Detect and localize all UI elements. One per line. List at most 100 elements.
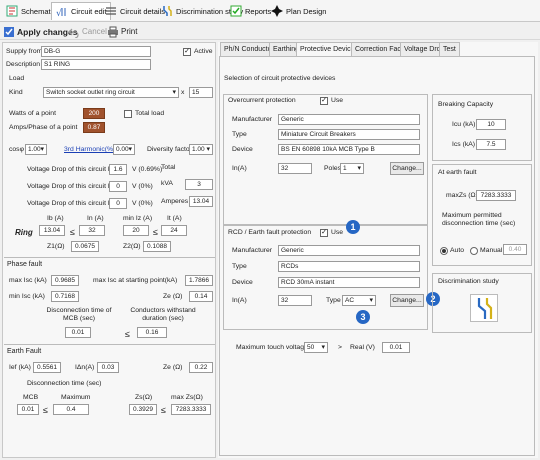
rcd-device-field[interactable]: RCD 30mA instant [278, 277, 420, 288]
le-symbol: ≤ [153, 227, 158, 237]
schematic-icon [6, 5, 18, 17]
cosphi-field[interactable]: 1.00 [25, 144, 47, 155]
apply-icon [4, 26, 14, 37]
icu-label: Icu (kA) [452, 121, 476, 128]
vd-l3-label: Voltage Drop of this circuit L3 [27, 200, 116, 207]
max-isc-start-label: max Isc at starting point(kA) [93, 277, 178, 284]
description-field[interactable]: S1 RING [41, 59, 151, 70]
rcd-in-field[interactable]: 32 [278, 295, 312, 306]
load-header: Load [9, 75, 25, 82]
vd-l1-label: Voltage Drop of this circuit L1 [27, 166, 116, 173]
vd-l2-label: Voltage Drop of this circuit L2 [27, 183, 116, 190]
print-label: Print [121, 27, 138, 36]
section-divider [4, 257, 215, 258]
icu-field: 10 [476, 119, 506, 130]
multiplier-label: x [181, 89, 185, 96]
rcd-type-label: Type [232, 263, 247, 270]
total-load-checkbox[interactable] [124, 110, 132, 118]
total-load-label: Total load [135, 110, 165, 117]
manual-label: Manual [480, 247, 503, 254]
section-divider [4, 344, 215, 345]
overcurrent-use-checkbox[interactable]: ✓ [320, 97, 328, 105]
poles-dropdown[interactable]: 1 [340, 163, 364, 174]
watts-field[interactable]: 200 [83, 108, 105, 119]
breaking-title: Breaking Capacity [438, 101, 494, 108]
callout-badge-3: 3 [356, 310, 370, 324]
discrimination-study-button[interactable] [470, 294, 498, 322]
max-isc-field: 0.9685 [51, 275, 79, 286]
cancel-label: Cancel [82, 27, 107, 36]
kind-label: Kind [9, 89, 23, 96]
maxzs-field: 7283.3333 [171, 404, 211, 415]
it-label: It (A) [167, 215, 182, 222]
mcb-label: MCB [23, 394, 39, 401]
amperes-field: 13.04 [189, 196, 213, 207]
quantity-stepper[interactable]: 15 [189, 87, 213, 98]
in-label: In(A) [232, 165, 247, 172]
rcd-change-button[interactable]: Change... [390, 294, 424, 307]
type-field[interactable]: Miniature Circuit Breakers [278, 129, 420, 140]
disc-study-title: Discrimination study [438, 278, 499, 285]
change-device-button[interactable]: Change... [390, 162, 424, 175]
rcd-manufacturer-label: Manufacturer [232, 247, 273, 254]
poles-label: Poles [324, 165, 342, 172]
mcb-field: 0.01 [17, 404, 39, 415]
maxzs-label: max Zs(Ω) [171, 394, 203, 401]
z1-field: 0.0675 [71, 241, 99, 252]
le-symbol: ≤ [161, 405, 166, 415]
disc-time-label: Disconnection time (sec) [27, 380, 102, 387]
phase-fault-header: Phase fault [7, 261, 43, 268]
cancel-button[interactable]: Cancel [68, 25, 107, 38]
amps-field[interactable]: 0.87 [83, 122, 105, 133]
at-earth-title: At earth fault [438, 169, 477, 176]
ib-field: 13.04 [39, 225, 65, 236]
rcd-use-checkbox[interactable]: ✓ [320, 229, 328, 237]
supply-from-field[interactable]: DB-G [41, 46, 151, 57]
supply-from-label: Supply from [6, 48, 43, 55]
amperes-label: Amperes [161, 198, 189, 205]
disc-mcb-label: Disconnection time of MCB (sec) [46, 307, 112, 322]
active-checkbox[interactable]: ✓ [183, 48, 191, 56]
ics-field: 7.5 [476, 139, 506, 150]
apply-changes-button[interactable]: Apply changes [3, 25, 77, 38]
vd-l3-unit: V (0%) [132, 200, 153, 207]
ief-label: Ief (kA) [9, 364, 31, 371]
touch-voltage-dropdown[interactable]: 50 [304, 342, 328, 353]
vd-l2-unit: V (0%) [132, 183, 153, 190]
kva-label: kVA [161, 180, 173, 187]
top-tab-bar: Schematic √ Circuit edit Circuit details… [0, 0, 540, 22]
protection-panel: Ph/N Conductor Earthing Protective Devic… [218, 42, 538, 458]
harmonic-link[interactable]: 3rd Harmonic(%) [64, 146, 115, 153]
in-field[interactable]: 32 [278, 163, 312, 174]
reports-icon [230, 5, 242, 17]
rcd-type-field[interactable]: RCDs [278, 261, 420, 272]
ics-label: Ics (kA) [452, 141, 476, 148]
type-label: Type [232, 131, 247, 138]
idn-label: IΔn(A) [75, 364, 95, 371]
rcd-type-select-label: Type [326, 297, 341, 304]
print-button[interactable]: Print [107, 25, 137, 38]
auto-radio[interactable] [440, 247, 448, 255]
tab-test[interactable]: Test [439, 42, 460, 56]
manual-radio[interactable] [470, 247, 478, 255]
manual-value-field[interactable]: 0.40 [503, 244, 527, 255]
diversity-field[interactable]: 1.00 [189, 144, 213, 155]
min-isc-label: min Isc (kA) [9, 293, 45, 300]
toolbar: Apply changes Cancel Print [0, 23, 540, 40]
ring-label: Ring [15, 228, 33, 237]
earth-fault-header: Earth Fault [7, 348, 42, 355]
tab-plan-design[interactable]: Plan Design [267, 2, 330, 20]
ze2-label: Ze (Ω) [163, 364, 183, 371]
ze2-field: 0.22 [189, 362, 213, 373]
rcd-type-dropdown[interactable]: AC [342, 295, 376, 306]
harmonic-field[interactable]: 0.00 [113, 144, 135, 155]
device-field[interactable]: BS EN 60898 10kA MCB Type B [278, 144, 420, 155]
rcd-manufacturer-field[interactable]: Generic [278, 245, 420, 256]
svg-text:√: √ [56, 8, 62, 18]
description-label: Description [6, 61, 40, 68]
ief-field: 0.5561 [33, 362, 61, 373]
ze-label: Ze (Ω) [163, 293, 183, 300]
z2-field: 0.1088 [143, 241, 171, 252]
kind-dropdown[interactable]: Switch socket outlet ring circuit [43, 87, 179, 98]
manufacturer-field[interactable]: Generic [278, 114, 420, 125]
